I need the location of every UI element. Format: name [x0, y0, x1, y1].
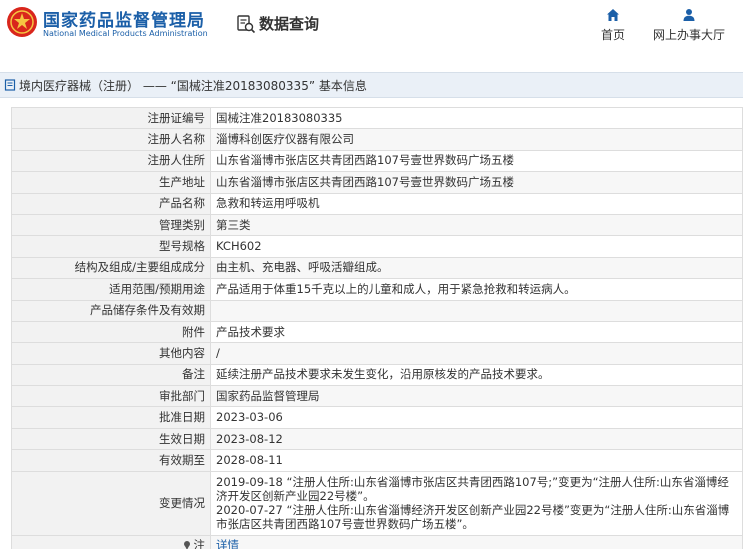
field-label: 结构及组成/主要组成成分	[11, 256, 211, 280]
nav-home[interactable]: 首页	[601, 8, 625, 43]
user-icon	[683, 9, 695, 21]
field-value: 山东省淄博市张店区共青团西路107号壹世界数码广场五楼	[210, 171, 743, 194]
table-row: 有效期至 2028-08-11	[11, 449, 743, 472]
table-row: 生效日期 2023-08-12	[11, 427, 743, 451]
field-label: 产品储存条件及有效期	[11, 299, 211, 322]
table-row-changes: 变更情况 2019-09-18 “注册人住所:山东省淄博市张店区共青团西路107号…	[11, 470, 743, 536]
note-value: 详情	[210, 534, 743, 549]
field-value: 国家药品监督管理局	[210, 385, 743, 408]
field-label: 管理类别	[11, 213, 211, 237]
table-row: 审批部门 国家药品监督管理局	[11, 385, 743, 408]
nav-home-label: 首页	[601, 28, 626, 42]
field-label: 注册证编号	[11, 106, 211, 130]
home-icon	[607, 9, 619, 21]
field-label: 审批部门	[11, 385, 211, 408]
field-value: 2028-08-11	[210, 449, 743, 472]
field-value: 由主机、充电器、呼吸活瓣组成。	[210, 256, 743, 280]
registration-info-table: 注册证编号 国械注准20183080335 注册人名称 淄博科创医疗仪器有限公司 注册人…	[11, 106, 743, 549]
field-label: 生产地址	[11, 171, 211, 194]
field-label: 附件	[11, 320, 211, 344]
nav-online-hall-label: 网上办事大厅	[653, 28, 726, 42]
field-value: 山东省淄博市张店区共青团西路107号壹世界数码广场五楼	[210, 149, 743, 173]
change-entry: 2020-07-27 “注册人住所:山东省淄博经济开发区创新产业园22号楼”变更…	[216, 503, 730, 532]
field-label: 型号规格	[11, 235, 211, 258]
record-title: 境内医疗器械（注册） —— “国械注准20183080335” 基本信息	[19, 78, 367, 93]
field-label: 变更情况	[11, 470, 211, 536]
field-value: 产品适用于体重15千克以上的儿童和成人，用于紧急抢救和转运病人。	[210, 278, 743, 301]
table-row: 产品储存条件及有效期	[11, 299, 743, 322]
document-icon	[4, 79, 16, 91]
field-label: 适用范围/预期用途	[11, 278, 211, 301]
details-link[interactable]: 详情	[216, 538, 239, 549]
table-row: 结构及组成/主要组成成分 由主机、充电器、呼吸活瓣组成。	[11, 256, 743, 280]
nav-online-hall[interactable]: 网上办事大厅	[653, 8, 725, 43]
table-row: 附件 产品技术要求	[11, 320, 743, 344]
field-value	[210, 299, 743, 322]
field-label: 备注	[11, 363, 211, 387]
change-entry: 2019-09-18 “注册人住所:山东省淄博市张店区共青团西路107号;”变更…	[216, 475, 729, 504]
logo-title-cn: 国家药品监督管理局	[43, 11, 205, 31]
field-value: 淄博科创医疗仪器有限公司	[210, 128, 743, 151]
table-row: 产品名称 急救和转运用呼吸机	[11, 192, 743, 215]
change-history: 2019-09-18 “注册人住所:山东省淄博市张店区共青团西路107号;”变更…	[210, 470, 743, 536]
table-row: 注册人名称 淄博科创医疗仪器有限公司	[11, 128, 743, 151]
field-label: 批准日期	[11, 406, 211, 429]
field-label: 其他内容	[11, 342, 211, 365]
record-title-bar: 境内医疗器械（注册） —— “国械注准20183080335” 基本信息	[0, 72, 743, 98]
data-query-link[interactable]: 数据查询	[236, 13, 319, 34]
table-row: 注册证编号 国械注准20183080335	[11, 106, 743, 130]
field-value: 2023-08-12	[210, 427, 743, 451]
pin-icon	[183, 541, 190, 549]
field-value: /	[210, 342, 743, 365]
note-label-cell: 注	[11, 534, 211, 549]
field-label: 有效期至	[11, 449, 211, 472]
site-header: 国家药品监督管理局 National Medical Products Admi…	[0, 0, 743, 62]
field-label: 注册人名称	[11, 128, 211, 151]
table-row: 生产地址 山东省淄博市张店区共青团西路107号壹世界数码广场五楼	[11, 171, 743, 194]
table-row: 注册人住所 山东省淄博市张店区共青团西路107号壹世界数码广场五楼	[11, 149, 743, 173]
field-value: 延续注册产品技术要求未发生变化，沿用原核发的产品技术要求。	[210, 363, 743, 387]
field-value: 2023-03-06	[210, 406, 743, 429]
field-value: 急救和转运用呼吸机	[210, 192, 743, 215]
field-value: 第三类	[210, 213, 743, 237]
table-row: 其他内容 /	[11, 342, 743, 365]
table-row: 批准日期 2023-03-06	[11, 406, 743, 429]
field-label: 产品名称	[11, 192, 211, 215]
field-label: 生效日期	[11, 427, 211, 451]
data-search-icon	[237, 14, 256, 33]
field-value: 产品技术要求	[210, 320, 743, 344]
table-row-note: 注详情	[11, 534, 743, 549]
table-row: 型号规格 KCH602	[11, 235, 743, 258]
emblem-logo-icon	[7, 7, 37, 37]
table-row: 管理类别 第三类	[11, 213, 743, 237]
field-label: 注册人住所	[11, 149, 211, 173]
logo-title-en: National Medical Products Administration	[43, 29, 208, 38]
field-value: 国械注准20183080335	[210, 106, 743, 130]
table-row: 备注 延续注册产品技术要求未发生变化，沿用原核发的产品技术要求。	[11, 363, 743, 387]
data-query-label: 数据查询	[259, 15, 320, 33]
table-row: 适用范围/预期用途 产品适用于体重15千克以上的儿童和成人，用于紧急抢救和转运病人…	[11, 278, 743, 301]
note-label: 注	[193, 537, 206, 549]
field-value: KCH602	[210, 235, 743, 258]
